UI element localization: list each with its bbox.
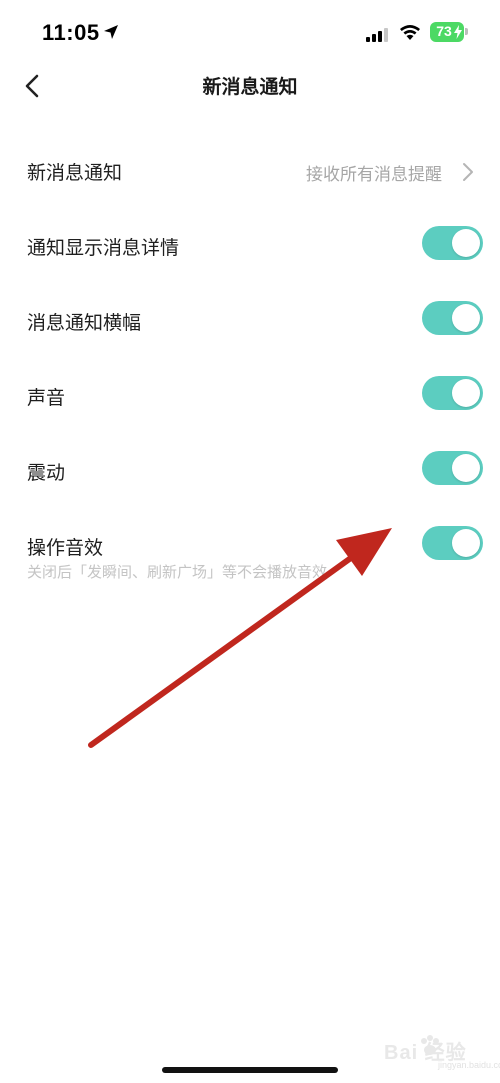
show-details-toggle[interactable] [422,226,483,260]
toggle-knob [452,529,480,557]
toggle-knob [452,454,480,482]
setting-label: 消息通知横幅 [27,312,142,334]
toggle-knob [452,379,480,407]
toggle-knob [452,229,480,257]
cellular-signal-icon [366,26,390,42]
battery-cap [465,28,468,35]
setting-row-sound: 声音 [0,367,500,427]
banner-toggle[interactable] [422,301,483,335]
setting-row-show-details: 通知显示消息详情 [0,217,500,277]
home-indicator[interactable] [162,1067,338,1073]
battery-charging-icon [454,25,462,39]
watermark: Bai 经验 jingyan.baidu.com [358,1026,500,1076]
location-arrow-icon [104,25,118,39]
toggle-knob [452,304,480,332]
setting-row-banner: 消息通知横幅 [0,292,500,352]
action-sound-toggle[interactable] [422,526,483,560]
setting-label: 震动 [27,462,66,484]
nav-bar: 新消息通知 [0,64,500,108]
watermark-sub: jingyan.baidu.com [438,1060,500,1070]
chevron-right-icon [463,163,473,181]
setting-label: 新消息通知 [27,162,123,184]
vibrate-toggle[interactable] [422,451,483,485]
setting-row-new-message-notify[interactable]: 新消息通知 接收所有消息提醒 [0,142,500,202]
setting-label: 声音 [27,387,66,409]
sound-toggle[interactable] [422,376,483,410]
battery-indicator: 73 [430,22,464,42]
page-title: 新消息通知 [202,76,298,98]
setting-label: 操作音效 [27,537,104,559]
status-time: 11:05 [42,20,100,45]
setting-row-vibrate: 震动 [0,442,500,502]
wifi-icon [400,25,420,40]
setting-label: 通知显示消息详情 [27,237,180,259]
status-bar: 11:05 73 [0,0,500,64]
action-sound-hint: 关闭后「发瞬间、刷新广场」等不会播放音效 [27,563,328,581]
setting-value: 接收所有消息提醒 [306,165,442,185]
